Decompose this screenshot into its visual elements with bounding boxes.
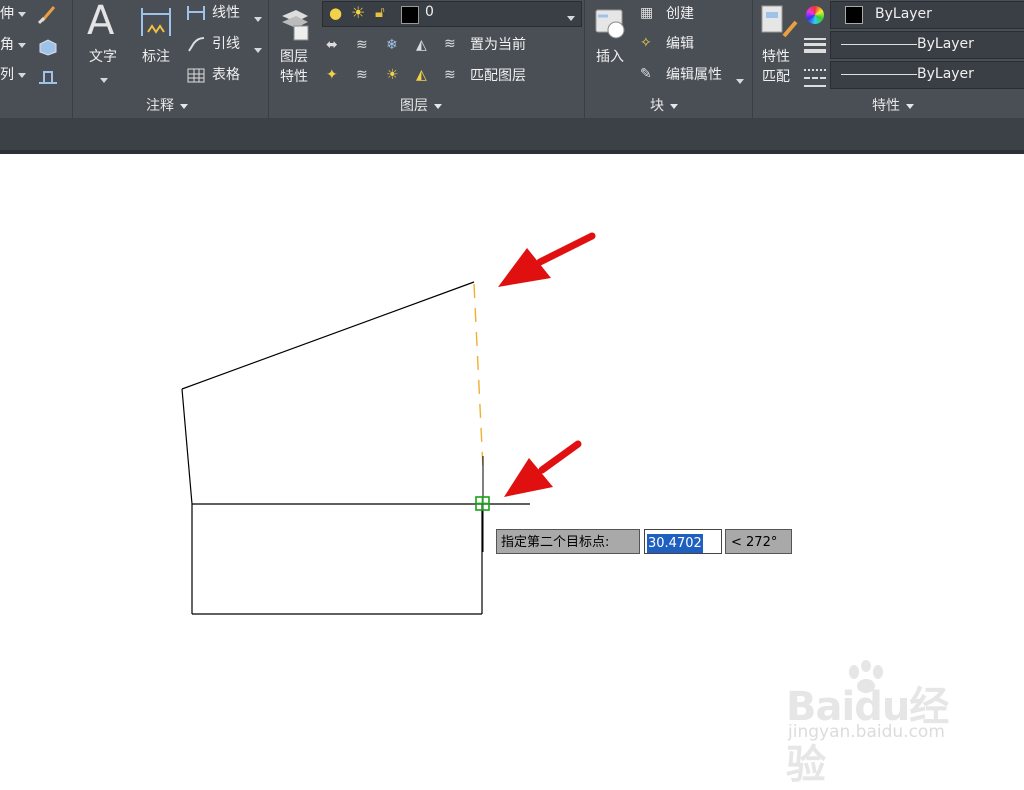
upper-left-edge[interactable] — [181, 388, 193, 505]
block-panel-title[interactable]: 块 — [650, 96, 678, 116]
layer-thaw-icon[interactable]: ☀ — [386, 67, 399, 83]
annotation-panel-title[interactable]: 注释 — [146, 96, 188, 116]
linear-dim-icon — [187, 6, 205, 20]
text-button[interactable]: A 文字 — [84, 0, 124, 83]
distance-input[interactable]: 30.4702 — [644, 529, 722, 554]
dimension-button[interactable]: 标注 — [136, 2, 176, 82]
layer-isolate-icon[interactable]: ≋ — [356, 37, 368, 53]
match-properties-button[interactable]: 特性 匹配 — [760, 2, 800, 86]
chevron-down-icon — [254, 40, 262, 59]
create-block-icon: ▦ — [640, 5, 654, 21]
text-a-icon: A — [87, 0, 115, 44]
linetype-dropdown[interactable]: ByLayer — [830, 61, 1024, 89]
table-icon — [187, 68, 205, 83]
lightbulb-icon: ● — [329, 4, 343, 22]
linear-dimension-button[interactable]: 线性 — [186, 3, 266, 25]
color-wheel-icon[interactable] — [806, 6, 824, 24]
color-swatch-icon — [845, 6, 863, 24]
red-arrow-top — [498, 232, 596, 287]
edit-block-button[interactable]: ✧ 编辑 — [640, 34, 720, 56]
sun-icon: ☀ — [351, 3, 366, 22]
leader-button[interactable]: 引线 — [186, 34, 266, 56]
snap-marker-icon — [475, 496, 490, 511]
dimension-icon — [141, 8, 171, 36]
create-block-button[interactable]: ▦ 创建 — [640, 4, 720, 26]
layer-freeze-icon[interactable]: ❄ — [386, 37, 398, 53]
insert-block-icon — [595, 9, 625, 39]
insert-block-button[interactable]: 插入 — [590, 2, 632, 72]
leader-icon — [188, 37, 205, 52]
chevron-down-icon — [100, 70, 108, 89]
layer-properties-button[interactable]: 图层 特性 — [276, 2, 316, 86]
match-layer-button[interactable]: ≋ 匹配图层 — [444, 65, 554, 87]
edit-attributes-button[interactable]: ✎ 编辑属性 — [640, 65, 748, 87]
layer-unlock-icon[interactable]: ◭ — [416, 67, 427, 83]
chevron-down-icon — [254, 9, 262, 28]
angle-readout: < 272° — [725, 529, 792, 554]
red-arrow-bottom — [504, 440, 582, 497]
color-swatch-icon — [401, 6, 419, 24]
modify-array-button[interactable]: 列 — [0, 66, 27, 84]
lower-rectangle[interactable] — [191, 503, 530, 615]
brush-icon[interactable] — [36, 3, 60, 25]
baidu-watermark: Baidu经验 jingyan.baidu.com — [786, 660, 986, 788]
dynamic-input-prompt: 指定第二个目标点: — [496, 529, 640, 554]
lineweight-dropdown[interactable]: ByLayer — [830, 31, 1024, 59]
file-tab-strip — [0, 118, 1024, 150]
layer-dropdown[interactable]: ● ☀ 🔓︎ 0 — [322, 1, 582, 27]
ribbon: 伸 角 列 A 文字 标注 线性 引线 表格 注释 图层 特性 ● ☀ 🔓︎ 0… — [0, 0, 1024, 118]
table-button[interactable]: 表格 — [186, 65, 256, 87]
linetype-icon[interactable] — [804, 66, 826, 87]
unlock-icon: 🔓︎ — [375, 3, 385, 21]
set-current-button[interactable]: ≋ 置为当前 — [444, 34, 554, 56]
set-current-icon: ≋ — [444, 36, 456, 52]
modify-fillet-button[interactable]: 角 — [0, 36, 27, 54]
layers-panel-title[interactable]: 图层 — [400, 96, 442, 116]
layer-on-icon[interactable]: ✦ — [326, 67, 338, 83]
chevron-down-icon — [736, 71, 744, 90]
match-layer-icon: ≋ — [444, 67, 456, 83]
offset-icon[interactable] — [36, 64, 60, 86]
upper-shape[interactable] — [181, 281, 475, 505]
tracking-line — [473, 283, 484, 469]
line-sample — [841, 44, 917, 45]
layer-off-icon[interactable]: ⬌ — [326, 37, 338, 53]
3d-box-icon[interactable] — [36, 34, 60, 56]
edit-attributes-icon: ✎ — [640, 66, 652, 82]
layer-unisolate-icon[interactable]: ≋ — [356, 67, 368, 83]
modify-stretch-button[interactable]: 伸 — [0, 5, 27, 23]
layer-lock-icon[interactable]: ◭ — [416, 37, 427, 53]
color-dropdown[interactable]: ByLayer — [830, 1, 1024, 29]
layer-stack-icon — [282, 10, 309, 41]
line-sample — [841, 74, 917, 75]
lineweight-icon[interactable] — [804, 36, 826, 54]
chevron-down-icon — [567, 10, 575, 26]
properties-panel-title[interactable]: 特性 — [872, 96, 914, 116]
upper-slanted-edge[interactable] — [181, 281, 475, 390]
edit-block-icon: ✧ — [640, 35, 652, 51]
match-properties-icon — [761, 5, 798, 38]
